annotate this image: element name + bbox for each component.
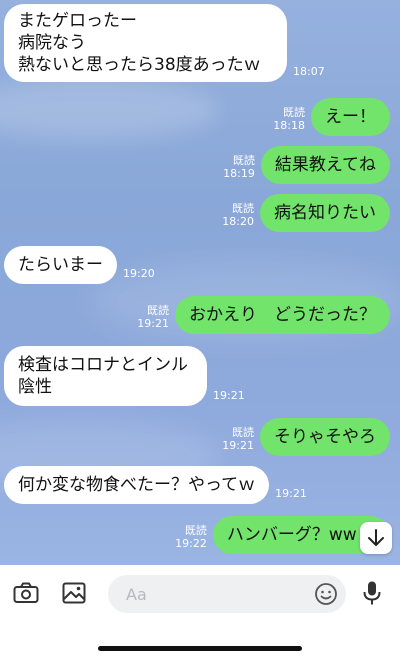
camera-icon	[13, 582, 39, 603]
arrow-down-icon	[368, 529, 384, 546]
message-bubble[interactable]: おかえり どうだった？	[175, 296, 390, 334]
message-bubble[interactable]: そりゃそやろ	[260, 418, 390, 456]
read-receipt: 既読	[184, 524, 207, 537]
message-bubble[interactable]: 何か変な物食べたー？やってｗ	[4, 466, 270, 504]
chat-area[interactable]: またゲロったー 病院なう 熱ないと思ったら38度あったｗ 18:07 既読 18…	[0, 0, 400, 565]
message-time: 19:20	[123, 267, 155, 280]
message-incoming: たらいまー 19:20	[4, 246, 161, 284]
message-outgoing: 既読 18:20 病名知りたい	[222, 194, 390, 232]
message-incoming: 何か変な物食べたー？やってｗ 19:21	[4, 466, 313, 504]
message-outgoing: 既読 19:22 ハンバーグ？ww w	[175, 516, 390, 554]
message-time: 18:19	[223, 167, 255, 180]
message-time: 19:21	[275, 487, 307, 500]
message-time: 18:20	[222, 215, 254, 228]
read-receipt: 既読	[232, 426, 254, 439]
mic-button[interactable]	[356, 577, 388, 609]
input-bar: Aa	[0, 565, 400, 659]
image-icon	[62, 582, 86, 604]
background-cloud	[0, 80, 220, 140]
message-incoming: 検査はコロナとインル 陰性 19:21	[4, 346, 251, 406]
message-bubble[interactable]: えー！	[311, 98, 390, 136]
mic-icon	[363, 581, 381, 605]
message-time: 19:21	[213, 389, 245, 402]
message-outgoing: 既読 19:21 おかえり どうだった？	[137, 296, 390, 334]
message-bubble[interactable]: 検査はコロナとインル 陰性	[4, 346, 207, 406]
message-time: 19:21	[222, 439, 254, 452]
message-time: 18:07	[293, 65, 325, 78]
message-bubble[interactable]: たらいまー	[4, 246, 117, 284]
message-incoming: またゲロったー 病院なう 熱ないと思ったら38度あったｗ 18:07	[4, 4, 331, 82]
camera-button[interactable]	[10, 577, 42, 609]
message-time: 18:18	[273, 119, 305, 132]
message-bubble[interactable]: 結果教えてね	[260, 146, 390, 184]
image-button[interactable]	[58, 577, 90, 609]
message-input-placeholder: Aa	[126, 585, 147, 604]
read-receipt: 既読	[147, 304, 169, 317]
read-receipt: 既読	[232, 202, 254, 215]
home-indicator	[98, 646, 302, 651]
message-time: 19:22	[175, 537, 207, 550]
message-input[interactable]: Aa	[108, 575, 346, 613]
scroll-to-bottom-button[interactable]	[360, 522, 392, 554]
emoji-icon[interactable]	[314, 582, 338, 606]
message-outgoing: 既読 18:18 えー！	[273, 98, 390, 136]
message-outgoing: 既読 18:19 結果教えてね	[223, 146, 390, 184]
read-receipt: 既読	[232, 154, 255, 167]
message-bubble[interactable]: 病名知りたい	[260, 194, 390, 232]
message-time: 19:21	[137, 317, 169, 330]
message-bubble[interactable]: またゲロったー 病院なう 熱ないと思ったら38度あったｗ	[4, 4, 287, 82]
read-receipt: 既読	[283, 106, 305, 119]
message-outgoing: 既読 19:21 そりゃそやろ	[222, 418, 390, 456]
